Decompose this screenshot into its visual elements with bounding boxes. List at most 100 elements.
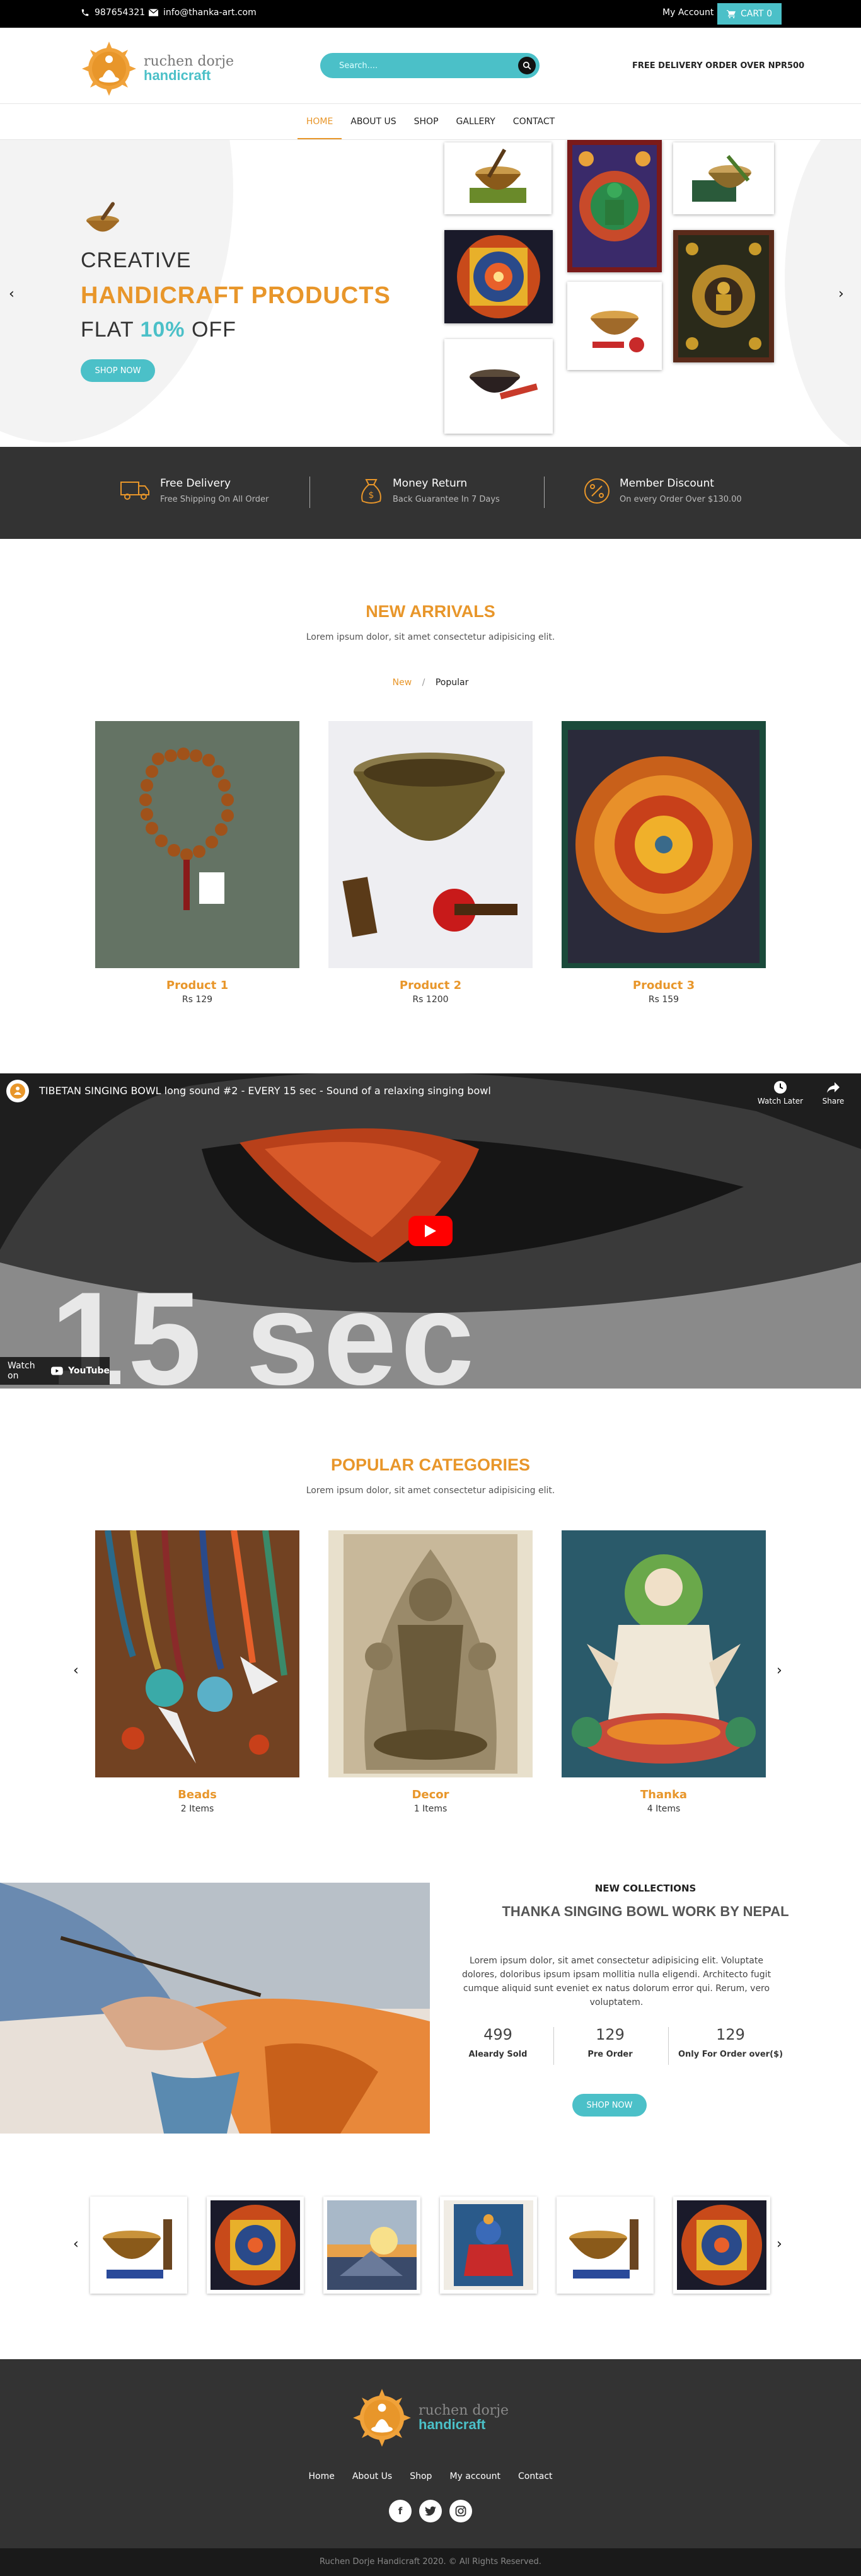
twitter-bird-icon	[425, 2506, 436, 2516]
my-account-link[interactable]: My Account	[662, 8, 714, 18]
product-name[interactable]: Product 1	[95, 979, 299, 992]
tab-separator: /	[422, 678, 425, 688]
nav-item-shop[interactable]: SHOP	[405, 104, 448, 139]
search-input[interactable]: Search....	[339, 61, 378, 71]
youtube-video-embed[interactable]: 15 sec TIBETAN SINGING BOWL long sound #…	[0, 1073, 861, 1389]
product-name[interactable]: Product 3	[562, 979, 766, 992]
footer-link-about[interactable]: About Us	[352, 2471, 392, 2481]
collection-shop-now-button[interactable]: SHOP NOW	[572, 2094, 647, 2117]
video-title[interactable]: TIBETAN SINGING BOWL long sound #2 - EVE…	[39, 1085, 491, 1097]
phone-contact[interactable]: 987654321	[81, 8, 145, 18]
site-logo[interactable]: ruchen dorje handicraft	[81, 40, 234, 97]
carousel-prev-arrow[interactable]: ‹	[73, 2236, 79, 2252]
nav-item-contact[interactable]: CONTACT	[504, 104, 563, 139]
nav-item-home[interactable]: HOME	[297, 104, 342, 139]
category-name[interactable]: Thanka	[562, 1788, 766, 1801]
facebook-icon[interactable]: f	[389, 2500, 412, 2522]
hero-line-1: CREATIVE	[81, 248, 192, 272]
stat-label: Only For Order over($)	[678, 2050, 783, 2059]
share-icon	[827, 1082, 840, 1093]
categories-next-arrow[interactable]: ›	[777, 1663, 782, 1678]
search-bar[interactable]: Search....	[320, 53, 540, 78]
main-nav: HOME ABOUT US SHOP GALLERY CONTACT	[0, 103, 861, 140]
hero-tile-mandala[interactable]	[444, 230, 553, 323]
nav-item-gallery[interactable]: GALLERY	[448, 104, 504, 139]
hero-tile-thangka-gold[interactable]	[673, 230, 774, 362]
carousel-next-arrow[interactable]: ›	[777, 2236, 782, 2252]
copyright: Ruchen Dorje Handicraft 2020. © All Righ…	[0, 2548, 861, 2576]
feature-subtitle: Free Shipping On All Order	[160, 495, 269, 504]
category-image-thanka[interactable]	[562, 1530, 766, 1777]
stat-already-sold: 499 Aleardy Sold	[460, 2026, 536, 2059]
instagram-icon[interactable]	[449, 2500, 472, 2522]
category-count: 1 Items	[413, 1804, 448, 1814]
product-name[interactable]: Product 2	[328, 979, 533, 992]
carousel-thumb[interactable]	[440, 2197, 537, 2294]
category-name[interactable]: Beads	[95, 1788, 299, 1801]
hero-tile-bowl-2[interactable]	[673, 142, 774, 214]
watch-on-youtube-button[interactable]: Watch on YouTube	[0, 1357, 110, 1385]
carousel-thumb[interactable]	[673, 2197, 770, 2294]
category-image-beads[interactable]	[95, 1530, 299, 1777]
cart-button[interactable]: CART 0	[717, 3, 782, 25]
tab-new[interactable]: New	[393, 678, 412, 688]
twitter-icon[interactable]	[419, 2500, 442, 2522]
svg-text:$: $	[369, 490, 374, 500]
search-button[interactable]	[518, 57, 536, 74]
feature-free-delivery: Free Delivery Free Shipping On All Order	[120, 477, 269, 504]
percent-icon	[584, 478, 610, 504]
hero-tile-thangka-green[interactable]	[567, 140, 662, 272]
feature-subtitle: Back Guarantee In 7 Days	[393, 495, 500, 504]
carousel-thumb[interactable]	[207, 2197, 304, 2294]
feature-subtitle: On every Order Over $130.00	[620, 495, 742, 504]
hero-next-arrow[interactable]: ›	[838, 286, 844, 302]
stat-order-over: 129 Only For Order over($)	[671, 2026, 790, 2059]
category-image-decor[interactable]	[328, 1530, 533, 1777]
stat-number: 129	[596, 2026, 625, 2043]
footer-link-my-account[interactable]: My account	[449, 2471, 500, 2481]
stat-divider	[668, 2027, 669, 2065]
categories-prev-arrow[interactable]: ‹	[73, 1663, 79, 1678]
clock-icon	[774, 1081, 787, 1094]
play-icon	[425, 1225, 436, 1237]
watch-later-button[interactable]: Watch Later	[754, 1080, 807, 1106]
play-button[interactable]	[408, 1216, 453, 1246]
stat-pre-order: 129 Pre Order	[572, 2026, 648, 2059]
top-bar: 987654321 info@thanka-art.com My Account…	[0, 0, 861, 28]
share-button[interactable]: Share	[814, 1080, 852, 1106]
carousel-thumb[interactable]	[323, 2197, 420, 2294]
product-image-3[interactable]	[562, 721, 766, 968]
hero-tile-bowl-red[interactable]	[567, 282, 662, 370]
new-arrivals-title: NEW ARRIVALS	[366, 602, 495, 621]
logo-line-1: ruchen dorje	[144, 54, 234, 69]
category-name[interactable]: Decor	[328, 1788, 533, 1801]
phone-number: 987654321	[95, 8, 146, 18]
stat-label: Pre Order	[587, 2050, 633, 2059]
watch-on-label: Watch on	[8, 1361, 35, 1381]
hero-off-label: OFF	[185, 318, 236, 342]
instagram-camera-icon	[455, 2505, 466, 2517]
channel-avatar[interactable]	[6, 1080, 29, 1102]
hero-tile-black-bowl[interactable]	[444, 339, 553, 434]
feature-member-discount: Member Discount On every Order Over $130.…	[583, 477, 742, 505]
email-address: info@thanka-art.com	[163, 8, 257, 18]
category-count: 2 Items	[180, 1804, 214, 1814]
hero-shop-now-button[interactable]: SHOP NOW	[81, 359, 155, 382]
footer-logo[interactable]: ruchen dorje handicraft	[352, 2388, 509, 2448]
footer-link-home[interactable]: Home	[308, 2471, 334, 2481]
email-contact[interactable]: info@thanka-art.com	[149, 8, 257, 18]
video-overlay-text: 15 sec	[50, 1264, 478, 1389]
footer-link-shop[interactable]: Shop	[410, 2471, 432, 2481]
footer-link-contact[interactable]: Contact	[518, 2471, 552, 2481]
nav-item-about[interactable]: ABOUT US	[342, 104, 405, 139]
buddha-logo-icon	[353, 2389, 411, 2447]
product-image-1[interactable]	[95, 721, 299, 968]
product-image-2[interactable]	[328, 721, 533, 968]
product-price: Rs 159	[648, 995, 679, 1005]
hero-prev-arrow[interactable]: ‹	[9, 286, 14, 302]
carousel-thumb[interactable]	[557, 2197, 654, 2294]
truck-icon	[120, 482, 149, 500]
carousel-thumb[interactable]	[90, 2197, 187, 2294]
tab-popular[interactable]: Popular	[436, 678, 469, 688]
hero-tile-bowl[interactable]	[444, 142, 552, 214]
